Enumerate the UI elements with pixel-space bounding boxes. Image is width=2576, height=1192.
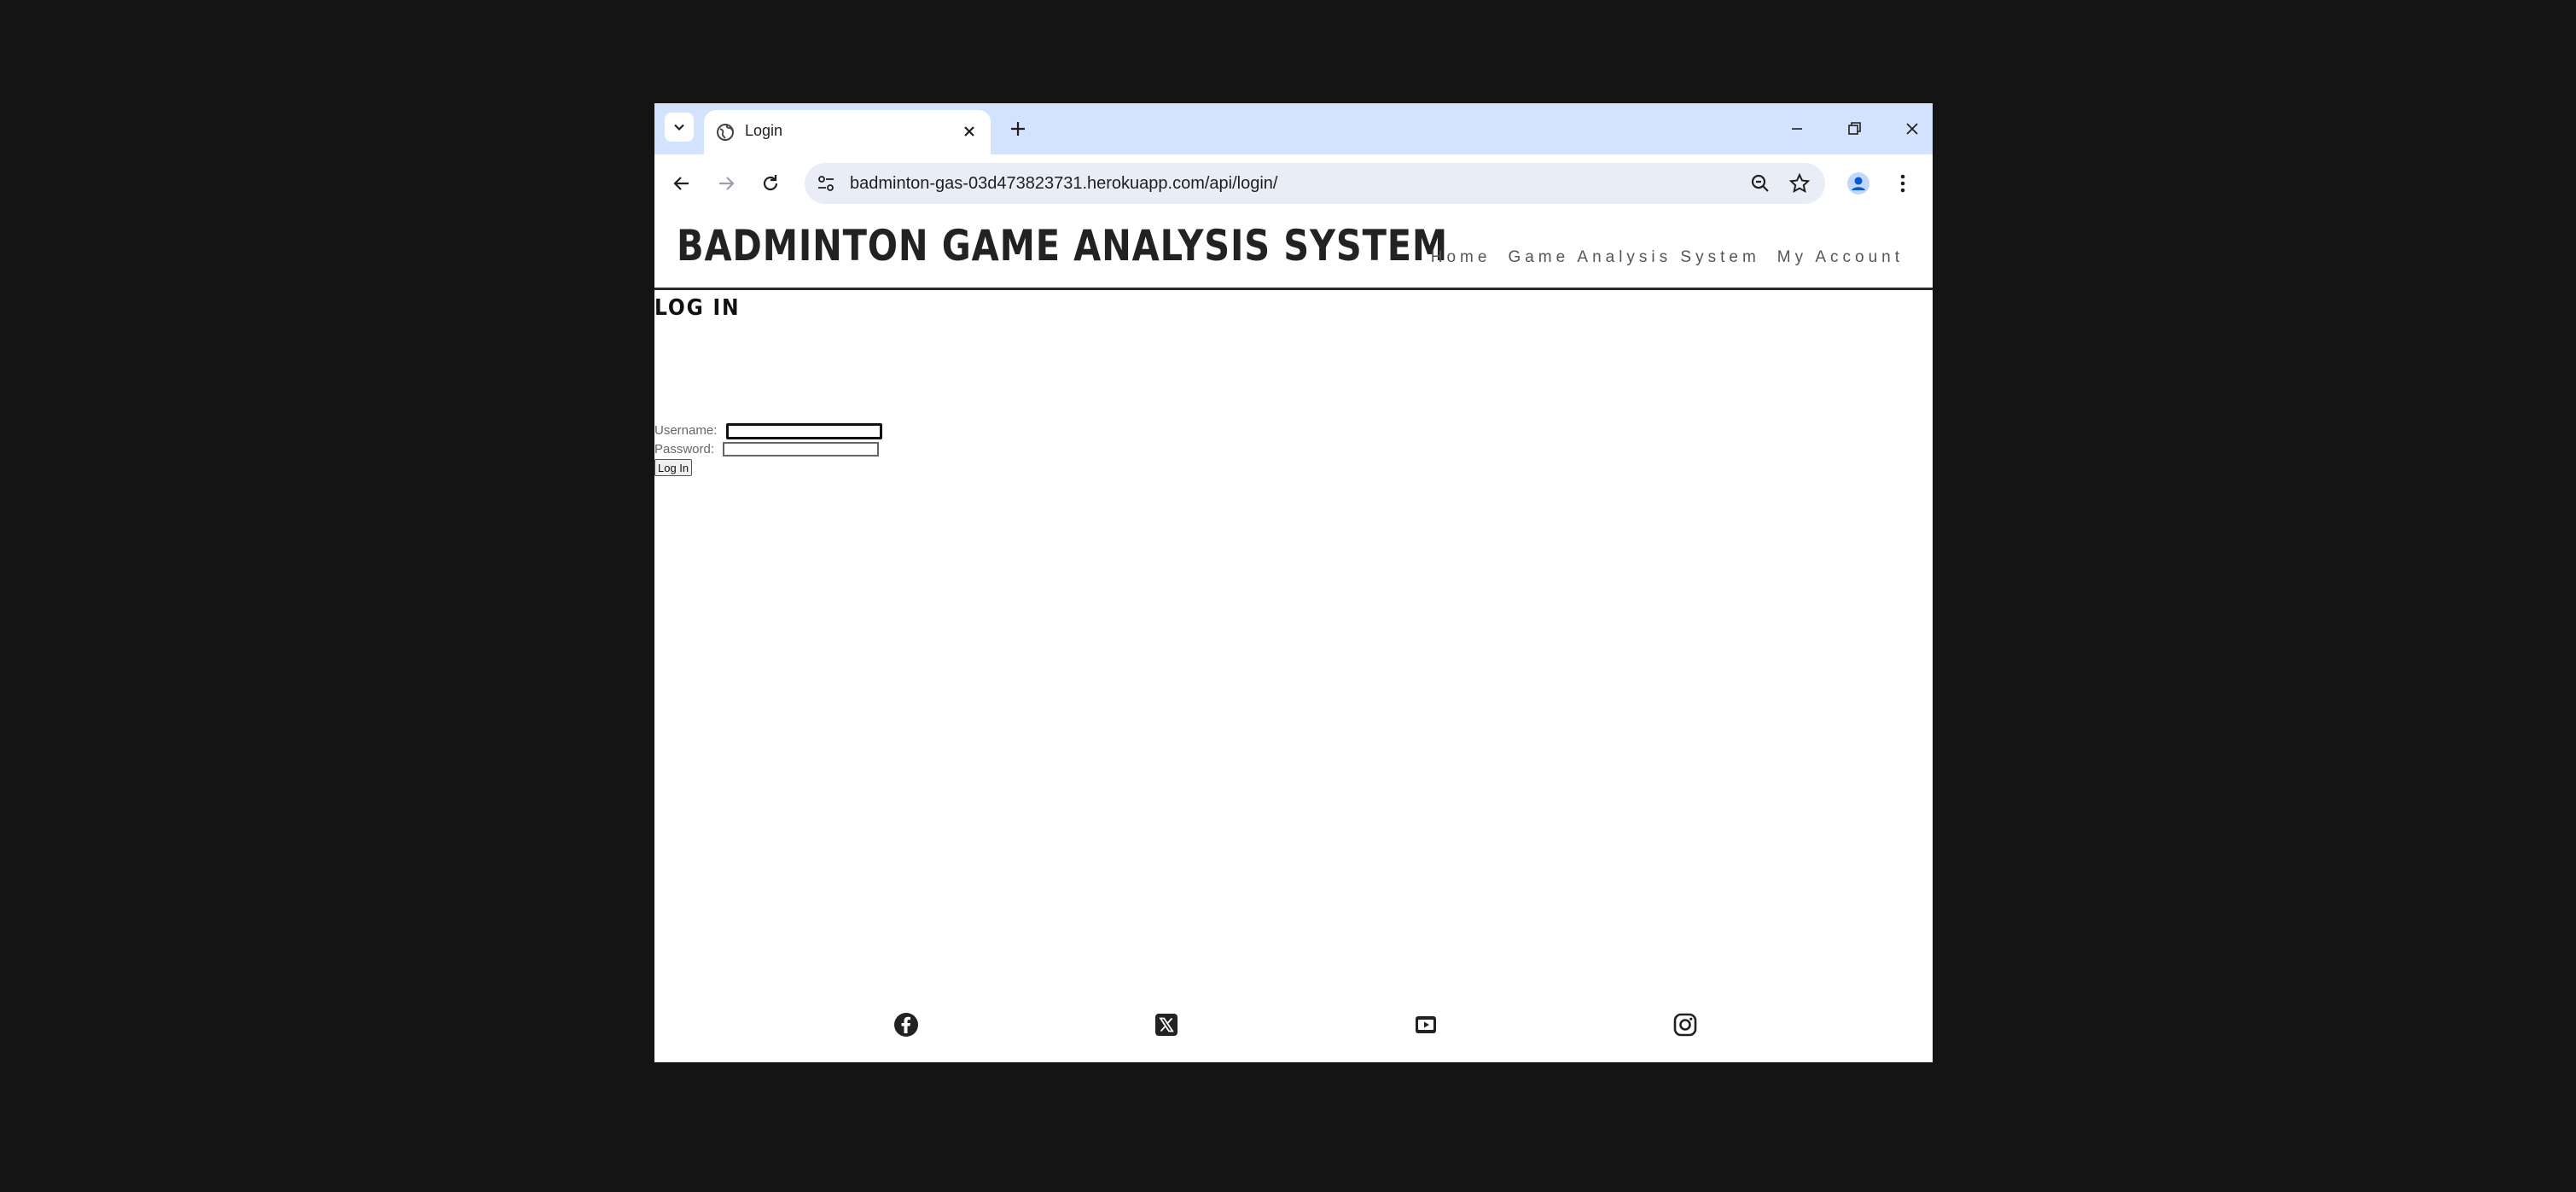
login-heading: LOG IN	[654, 295, 741, 321]
nav-home[interactable]: Home	[1431, 248, 1492, 267]
password-label: Password:	[654, 442, 715, 456]
browser-toolbar: badminton-gas-03d473823731.herokuapp.com…	[654, 154, 1933, 212]
chevron-down-icon	[674, 124, 684, 131]
tab-search-button[interactable]	[665, 113, 694, 142]
username-label: Username:	[654, 423, 718, 438]
nav-game-analysis-system[interactable]: Game Analysis System	[1508, 248, 1759, 267]
web-page: BADMINTON GAME ANALYSIS SYSTEM Home Game…	[654, 212, 1933, 1062]
close-tab-icon[interactable]	[960, 122, 979, 141]
reload-icon[interactable]	[759, 172, 782, 195]
zoom-icon[interactable]	[1749, 172, 1771, 195]
x-twitter-icon[interactable]	[1153, 1011, 1180, 1038]
profile-icon[interactable]	[1846, 172, 1870, 195]
instagram-icon[interactable]	[1672, 1011, 1699, 1038]
address-bar[interactable]: badminton-gas-03d473823731.herokuapp.com…	[805, 163, 1825, 204]
minimize-icon[interactable]	[1785, 117, 1809, 141]
login-button[interactable]: Log In	[654, 459, 693, 476]
bookmark-star-icon[interactable]	[1788, 172, 1811, 195]
tab-login[interactable]: Login	[704, 110, 991, 154]
site-info-icon[interactable]	[817, 174, 835, 193]
forward-icon[interactable]	[714, 172, 738, 195]
tab-strip: Login	[654, 103, 1933, 154]
globe-icon	[717, 124, 734, 141]
site-header: BADMINTON GAME ANALYSIS SYSTEM Home Game…	[654, 212, 1933, 290]
new-tab-icon[interactable]	[1007, 118, 1029, 140]
tab-title: Login	[745, 122, 783, 139]
back-icon[interactable]	[670, 172, 694, 195]
url-text: badminton-gas-03d473823731.herokuapp.com…	[850, 174, 1278, 193]
site-title: BADMINTON GAME ANALYSIS SYSTEM	[677, 221, 1449, 270]
facebook-icon[interactable]	[893, 1011, 920, 1038]
restore-icon[interactable]	[1842, 117, 1866, 141]
browser-window: Login badminton-gas-03d473823731.herokua…	[654, 103, 1933, 1062]
youtube-icon[interactable]	[1412, 1011, 1439, 1038]
nav-my-account[interactable]: My Account	[1777, 248, 1904, 267]
username-input[interactable]	[726, 423, 882, 439]
close-window-icon[interactable]	[1900, 117, 1924, 141]
password-input[interactable]	[723, 442, 879, 456]
site-nav: Home Game Analysis System My Account	[1431, 248, 1904, 267]
menu-kebab-icon[interactable]	[1896, 172, 1910, 195]
